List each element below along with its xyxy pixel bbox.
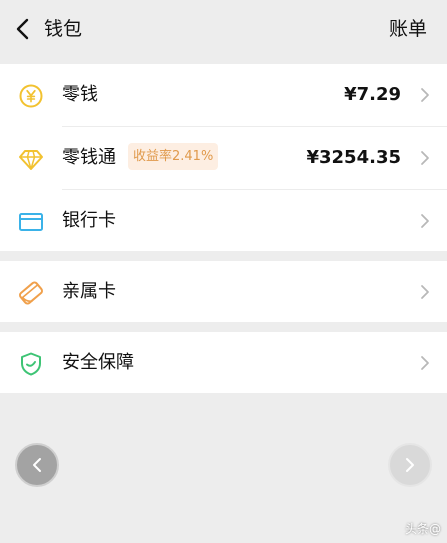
change-plus-row[interactable]: 零钱通 ¥3254.35	[0, 127, 447, 189]
change-balance-row[interactable]: 零钱 ¥7.29	[0, 64, 447, 126]
wallet-balance-card: 零钱 ¥7.29 零钱通 ¥3254.35 银行卡	[0, 64, 447, 251]
chevron-right-icon	[421, 88, 429, 102]
chevron-right-icon	[421, 151, 429, 165]
security-row[interactable]: 安全保障	[0, 332, 447, 394]
top-bar: 钱包 账单	[0, 0, 447, 62]
yield-rate-badge: 收益率2.41%	[128, 143, 219, 170]
bank-card-icon	[19, 213, 43, 231]
chevron-right-icon	[421, 356, 429, 370]
row-label: 银行卡	[62, 210, 116, 231]
back-chevron-icon[interactable]	[12, 17, 34, 41]
bank-card-row[interactable]: 银行卡	[0, 190, 447, 252]
security-section: 安全保障	[0, 332, 447, 393]
row-label: 零钱通	[62, 147, 116, 168]
family-card-section: 亲属卡	[0, 261, 447, 322]
family-card-row[interactable]: 亲属卡	[0, 261, 447, 323]
previous-page-button[interactable]	[15, 443, 59, 487]
change-plus-amount: ¥3254.35	[306, 147, 401, 168]
page-title: 钱包	[44, 18, 83, 40]
chevron-right-icon	[406, 458, 414, 472]
row-label: 亲属卡	[62, 281, 116, 302]
diamond-icon	[19, 150, 43, 170]
family-card-icon	[19, 281, 43, 305]
change-amount: ¥7.29	[344, 84, 401, 105]
yuan-coin-icon	[19, 84, 43, 108]
chevron-left-icon	[33, 458, 41, 472]
next-page-button[interactable]	[388, 443, 432, 487]
row-label: 安全保障	[62, 352, 134, 373]
bill-link[interactable]: 账单	[389, 16, 427, 42]
chevron-right-icon	[421, 285, 429, 299]
row-label: 零钱	[62, 84, 98, 105]
watermark: 头条@	[404, 522, 441, 536]
shield-check-icon	[21, 352, 41, 376]
chevron-right-icon	[421, 214, 429, 228]
